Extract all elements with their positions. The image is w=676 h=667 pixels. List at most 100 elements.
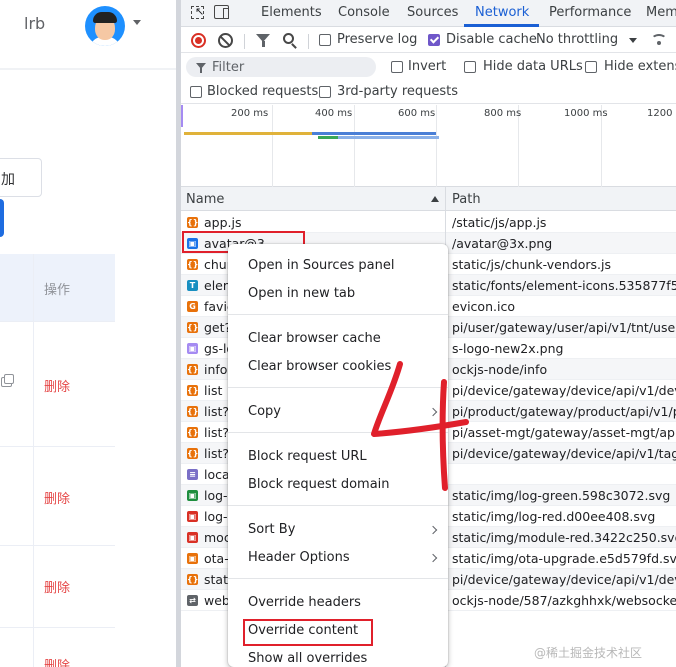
copy-icon[interactable] xyxy=(1,374,14,387)
invert-checkbox[interactable] xyxy=(391,61,403,73)
row-divider xyxy=(0,321,115,322)
xhr-icon: {} xyxy=(187,385,199,396)
menu-separator xyxy=(228,505,448,506)
primary-button[interactable] xyxy=(0,199,4,237)
request-path: pi/device/gateway/device/api/v1/dev xyxy=(452,572,676,587)
hide-extension-checkbox[interactable] xyxy=(585,61,597,73)
menu-header-options[interactable]: Header Options xyxy=(248,550,350,565)
menu-override-headers[interactable]: Override headers xyxy=(248,595,361,610)
image-icon: ▣ xyxy=(187,343,198,354)
request-name: app.js xyxy=(204,215,242,230)
request-path: pi/product/gateway/product/api/v1/p xyxy=(452,404,676,419)
menu-block-request-domain[interactable]: Block request domain xyxy=(248,477,390,492)
request-path: ockjs-node/587/azkghhxk/websocket xyxy=(452,593,676,608)
delete-link[interactable]: 删除 xyxy=(44,376,70,395)
google-icon: G xyxy=(187,301,198,312)
clear-icon[interactable] xyxy=(218,33,233,48)
row-divider xyxy=(0,545,115,546)
request-path: pi/device/gateway/device/api/v1/tag xyxy=(452,446,676,461)
tab-console[interactable]: Console xyxy=(338,5,390,20)
request-path: static/img/ota-upgrade.e5d579fd.svg xyxy=(452,551,676,566)
request-path: /static/js/app.js xyxy=(452,215,547,230)
tab-network[interactable]: Network xyxy=(475,5,529,20)
request-path: pi/device/gateway/device/api/v1/dev xyxy=(452,383,676,398)
overview-bar xyxy=(318,136,338,139)
delete-link[interactable]: 删除 xyxy=(44,577,70,596)
menu-open-in-new-tab[interactable]: Open in new tab xyxy=(248,286,355,301)
request-name: moc xyxy=(204,530,231,545)
menu-separator xyxy=(228,387,448,388)
hide-data-urls-label: Hide data URLs xyxy=(483,59,583,74)
preserve-log-label: Preserve log xyxy=(337,32,418,47)
chevron-right-icon xyxy=(428,553,438,563)
record-icon[interactable] xyxy=(191,33,206,48)
tab-performance[interactable]: Performance xyxy=(549,5,631,20)
menu-clear-browser-cache[interactable]: Clear browser cache xyxy=(248,331,381,346)
delete-link[interactable]: 删除 xyxy=(44,655,70,667)
filter-input[interactable] xyxy=(212,59,362,75)
watermark: @稀土掘金技术社区 xyxy=(534,646,643,660)
overview-marker xyxy=(181,105,183,127)
overview-tick: 1200 xyxy=(647,108,673,119)
overview-tick: 200 ms xyxy=(231,108,269,119)
menu-open-in-sources[interactable]: Open in Sources panel xyxy=(248,258,394,273)
device-toolbar-icon[interactable] xyxy=(214,5,229,19)
tab-sources[interactable]: Sources xyxy=(407,5,458,20)
image-icon: ▣ xyxy=(187,553,198,564)
menu-sort-by[interactable]: Sort By xyxy=(248,522,295,537)
overview-gridline xyxy=(272,105,273,187)
hide-data-urls-checkbox[interactable] xyxy=(464,61,476,73)
blocked-requests-checkbox[interactable] xyxy=(190,86,202,98)
search-icon[interactable] xyxy=(283,33,294,44)
filter-input-box[interactable] xyxy=(186,57,376,77)
menu-show-all-overrides[interactable]: Show all overrides xyxy=(248,651,367,666)
image-icon: ▣ xyxy=(187,511,198,522)
image-icon: ▣ xyxy=(187,532,198,543)
menu-separator xyxy=(228,578,448,579)
chevron-down-icon[interactable] xyxy=(629,38,637,43)
disable-cache-checkbox[interactable] xyxy=(428,34,440,46)
toolbar-separator xyxy=(244,34,245,49)
tab-elements[interactable]: Elements xyxy=(261,5,322,20)
row-divider xyxy=(0,446,115,447)
request-path: static/img/module-red.3422c250.svg xyxy=(452,530,676,545)
chevron-down-icon[interactable] xyxy=(133,20,141,25)
delete-link[interactable]: 删除 xyxy=(44,488,70,507)
overview-tick: 400 ms xyxy=(315,108,353,119)
request-path: pi/user/gateway/user/api/v1/tnt/user xyxy=(452,320,676,335)
op-column-header: 操作 xyxy=(44,283,71,298)
chevron-right-icon xyxy=(428,407,438,417)
avatar[interactable] xyxy=(85,6,125,46)
network-conditions-icon[interactable] xyxy=(651,34,667,46)
tab-memory[interactable]: Mem xyxy=(646,5,676,20)
xhr-icon: {} xyxy=(187,364,199,375)
throttling-select[interactable]: No throttling xyxy=(536,32,618,47)
context-menu: Open in Sources panel Open in new tab Cl… xyxy=(228,244,448,667)
add-button[interactable]: 加 xyxy=(0,158,42,197)
hide-extension-label: Hide extensio xyxy=(604,59,676,74)
xhr-icon: {} xyxy=(187,406,199,417)
third-party-checkbox[interactable] xyxy=(319,86,331,98)
inspect-element-icon[interactable] xyxy=(191,5,204,19)
request-table-header xyxy=(181,187,676,211)
request-name: list xyxy=(204,383,223,398)
xhr-icon: {} xyxy=(187,448,199,459)
name-column-header[interactable]: Name xyxy=(186,192,224,207)
menu-block-request-url[interactable]: Block request URL xyxy=(248,449,367,464)
overview-tick: 600 ms xyxy=(398,108,436,119)
toolbar-separator xyxy=(308,34,309,49)
path-column-header[interactable]: Path xyxy=(452,192,481,207)
filter-icon[interactable] xyxy=(256,34,270,47)
websocket-icon: ⇄ xyxy=(187,595,198,606)
devtools-tabbar: Elements Console Sources Network Perform… xyxy=(181,0,676,27)
preserve-log-checkbox[interactable] xyxy=(319,34,331,46)
menu-separator xyxy=(228,314,448,315)
menu-clear-browser-cookies[interactable]: Clear browser cookies xyxy=(248,359,391,374)
disable-cache-label: Disable cache xyxy=(446,32,537,47)
overview-tick: 1000 ms xyxy=(564,108,608,119)
request-path: pi/asset-mgt/gateway/asset-mgt/api/ xyxy=(452,425,676,440)
request-row[interactable]: {} app.js/static/js/app.js xyxy=(181,212,676,233)
menu-copy[interactable]: Copy xyxy=(248,404,281,419)
filter-icon xyxy=(196,63,206,73)
request-path: static/fonts/element-icons.535877f5.w xyxy=(452,278,676,293)
